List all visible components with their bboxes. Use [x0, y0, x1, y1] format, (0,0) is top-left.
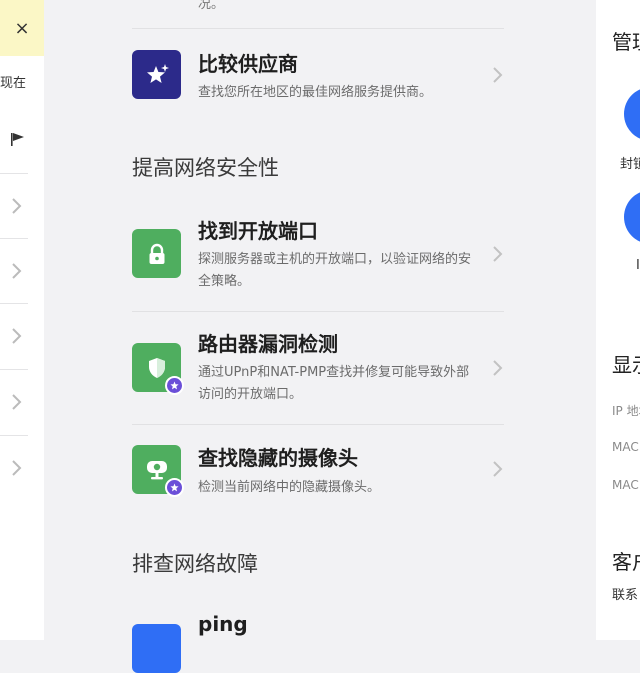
divider [132, 311, 504, 312]
item-title: ping [198, 612, 248, 636]
action-button[interactable] [624, 190, 640, 244]
section-title-troubleshoot: 排查网络故障 [132, 552, 258, 576]
close-button[interactable]: × [0, 0, 44, 56]
chevron-right-icon [12, 328, 22, 344]
chevron-right-icon [12, 394, 22, 410]
chevron-right-icon [493, 246, 503, 262]
ip-address-label: IP 地址 [612, 404, 640, 418]
contact-label: 联系 [612, 588, 639, 603]
previous-item-partial-text: 况。 [198, 0, 225, 12]
left-list-item[interactable] [0, 173, 28, 239]
item-description: 查找您所在地区的最佳网络服务提供商。 [198, 85, 433, 100]
left-panel-partial-text: 现在 [0, 76, 27, 91]
left-list-item[interactable] [0, 435, 28, 501]
find-open-ports-item[interactable]: 找到开放端口 探测服务器或主机的开放端口，以验证网络的安全策略。 [132, 215, 504, 295]
lock-icon [132, 229, 181, 278]
chevron-right-icon [493, 360, 503, 376]
right-side-panel: 管理 封锁 I 显示 IP 地址 MAC MAC 客户 联系 [596, 0, 640, 640]
chevron-right-icon [12, 460, 22, 476]
camera-icon [132, 445, 184, 497]
manage-heading: 管理 [612, 30, 640, 54]
ping-item[interactable]: ping [132, 612, 504, 673]
chevron-right-icon [493, 67, 503, 83]
router-vulnerability-item[interactable]: 路由器漏洞检测 通过UPnP和NAT-PMP查找并修复可能导致外部访问的开放端口… [132, 328, 504, 408]
block-button[interactable] [624, 87, 640, 141]
premium-badge-icon [165, 478, 184, 497]
hidden-camera-item[interactable]: 查找隐藏的摄像头 检测当前网络中的隐藏摄像头。 [132, 442, 504, 502]
section-title-security: 提高网络安全性 [132, 156, 279, 180]
compare-providers-item[interactable]: 比较供应商 查找您所在地区的最佳网络服务提供商。 [132, 48, 504, 104]
left-list-item[interactable] [0, 303, 28, 369]
mac-label: MAC [612, 440, 639, 454]
item-title: 查找隐藏的摄像头 [198, 446, 358, 470]
divider [132, 28, 504, 29]
left-side-panel: × 现在 [0, 0, 44, 640]
ping-icon [132, 624, 181, 673]
shield-icon [132, 343, 184, 395]
item-title: 找到开放端口 [198, 219, 318, 243]
item-title: 路由器漏洞检测 [198, 332, 338, 356]
chevron-right-icon [12, 198, 22, 214]
flag-icon[interactable] [10, 131, 26, 147]
star-sparkle-icon [132, 50, 181, 99]
chevron-right-icon [12, 263, 22, 279]
left-list-item[interactable] [0, 369, 28, 435]
item-description: 检测当前网络中的隐藏摄像头。 [198, 480, 381, 495]
left-list-item[interactable] [0, 238, 28, 304]
tools-list: 况。 比较供应商 查找您所在地区的最佳网络服务提供商。 提高网络安全性 找到开放… [108, 0, 528, 673]
item-title: 比较供应商 [198, 52, 298, 76]
item-description: 探测服务器或主机的开放端口，以验证网络的安全策略。 [198, 252, 472, 289]
mac-vendor-label: MAC [612, 478, 639, 492]
item-description: 通过UPnP和NAT-PMP查找并修复可能导致外部访问的开放端口。 [198, 365, 470, 402]
divider [132, 424, 504, 425]
chevron-right-icon [493, 461, 503, 477]
premium-badge-icon [165, 376, 184, 395]
display-heading: 显示 [612, 353, 640, 377]
client-heading: 客户 [612, 550, 640, 574]
block-label: 封锁 [620, 157, 640, 172]
action-label: I [636, 258, 640, 273]
close-icon: × [14, 17, 30, 39]
